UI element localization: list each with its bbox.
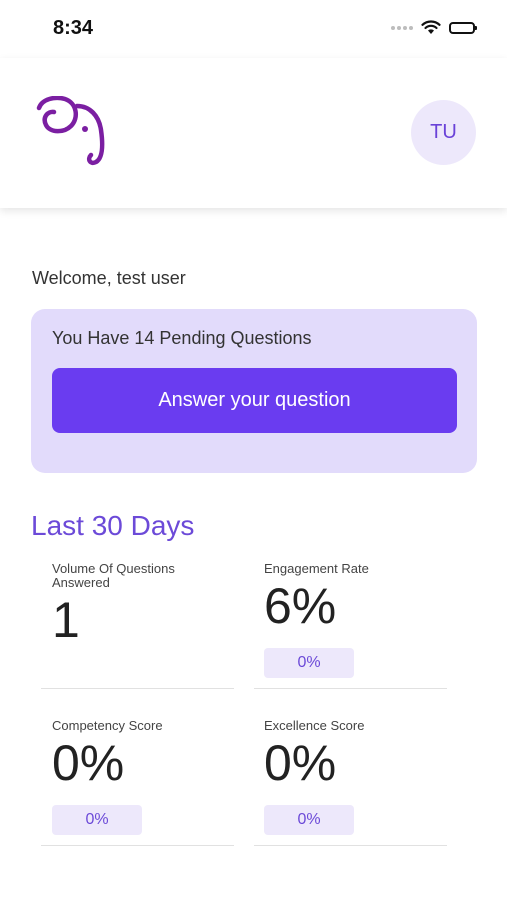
- battery-icon: [449, 21, 477, 34]
- metric-badge: 0%: [52, 805, 142, 835]
- pending-questions-text: You Have 14 Pending Questions: [52, 328, 312, 348]
- metric-engagement: Engagement Rate 6%: [264, 561, 444, 635]
- pending-questions-card: You Have 14 Pending Questions Answer you…: [31, 309, 477, 473]
- metric-label: Competency Score: [52, 718, 163, 733]
- elephant-logo-icon: [36, 96, 105, 165]
- divider: [254, 688, 447, 689]
- metric-value: 1: [52, 592, 80, 648]
- status-icons: [391, 20, 477, 35]
- divider: [41, 688, 234, 689]
- metric-value: 6%: [264, 578, 337, 634]
- metric-value: 0%: [264, 735, 337, 791]
- metric-value: 0%: [52, 735, 125, 791]
- metric-badge: 0%: [264, 648, 354, 678]
- divider: [254, 845, 447, 846]
- metric-label: Volume Of Questions Answered: [52, 561, 175, 590]
- metric-volume: Volume Of Questions Answered 1: [52, 561, 232, 649]
- metric-excellence: Excellence Score 0%: [264, 718, 444, 792]
- answer-question-button[interactable]: Answer your question: [52, 368, 457, 433]
- metric-competency: Competency Score 0%: [52, 718, 232, 792]
- section-title: Last 30 Days: [31, 510, 195, 541]
- metric-label: Excellence Score: [264, 718, 365, 733]
- wifi-icon: [421, 20, 441, 34]
- status-time: 8:34: [53, 17, 94, 39]
- signal-icon: [391, 25, 413, 30]
- divider: [41, 845, 234, 846]
- metric-label: Engagement Rate: [264, 561, 369, 576]
- welcome-text: Welcome, test user: [32, 268, 186, 288]
- app-header: TU: [0, 58, 507, 208]
- metric-badge: 0%: [264, 805, 354, 835]
- status-bar: 8:34: [0, 0, 507, 58]
- avatar[interactable]: TU: [411, 100, 476, 165]
